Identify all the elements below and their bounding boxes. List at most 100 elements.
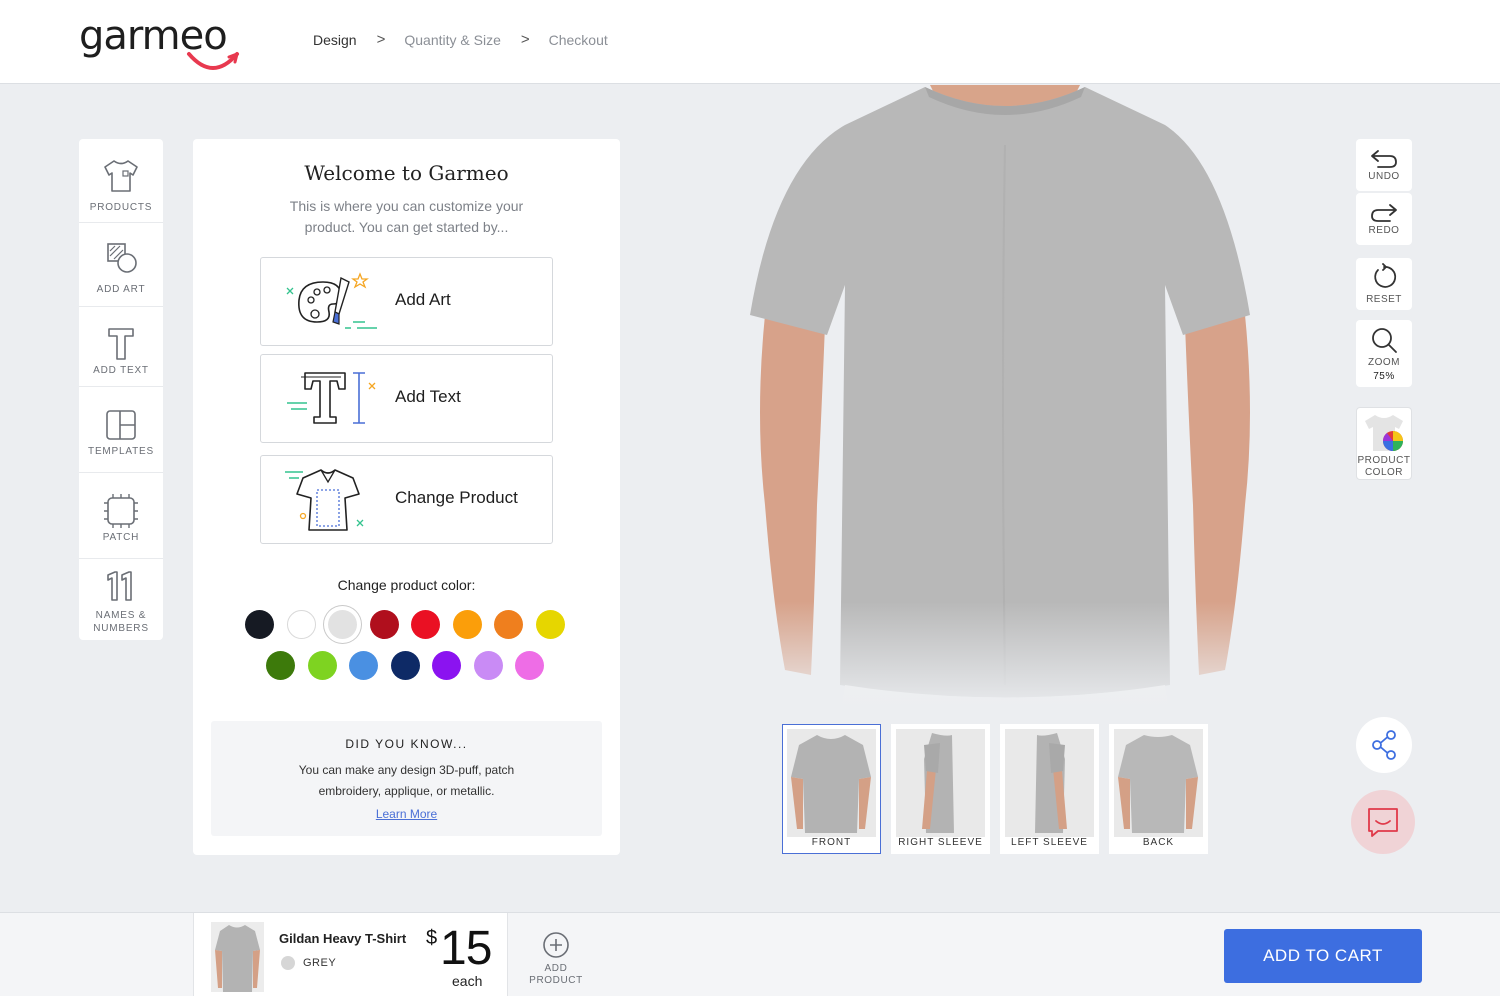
- shirt-icon: [104, 160, 138, 192]
- share-button[interactable]: [1356, 717, 1412, 773]
- add-product-button[interactable]: ADD PRODUCT: [520, 931, 592, 987]
- price-unit: each: [452, 973, 483, 989]
- footer-bar: Gildan Heavy T-Shirt GREY $ 15 each ADD …: [0, 912, 1500, 996]
- redo-label: REDO: [1368, 225, 1400, 236]
- crumb-checkout[interactable]: Checkout: [549, 32, 608, 48]
- art-icon: [107, 243, 137, 273]
- color-title: Change product color:: [337, 577, 476, 593]
- undo-icon: [1371, 150, 1397, 168]
- product-color-label-1: PRODUCT: [1357, 455, 1411, 466]
- color-wheel-shirt-icon: [1365, 415, 1403, 451]
- rail-label: PRODUCTS: [89, 202, 153, 213]
- share-icon: [1372, 730, 1396, 760]
- zoom-icon: [1372, 328, 1397, 353]
- reset-button[interactable]: RESET: [1356, 258, 1412, 310]
- rail-label-line2: NUMBERS: [93, 623, 149, 634]
- tool-rail: PRODUCTS ADD ART ADD TEXT TEMPLATES PATC…: [79, 139, 163, 640]
- templates-icon: [106, 410, 136, 440]
- change-product-card[interactable]: Change Product: [260, 455, 553, 544]
- color-swatch[interactable]: [349, 651, 378, 680]
- color-swatch[interactable]: [307, 651, 337, 680]
- view-selector: FRONT RIGHT SLEEVE LEFT SLEEVE BACK: [782, 724, 1218, 854]
- rail-label: ADD ART: [96, 284, 146, 295]
- view-back[interactable]: BACK: [1109, 724, 1208, 854]
- header: garmeo Design > Quantity & Size > Checko…: [0, 0, 1500, 84]
- add-to-cart-button[interactable]: ADD TO CART: [1224, 929, 1422, 983]
- tip-body: You can make any design 3D-puff, patch e…: [298, 763, 515, 798]
- did-you-know-box: DID YOU KNOW... You can make any design …: [211, 721, 602, 836]
- product-preview[interactable]: [725, 85, 1285, 715]
- change-product-label: Change Product: [395, 488, 518, 507]
- view-label: RIGHT SLEEVE: [898, 837, 983, 848]
- rail-label: TEMPLATES: [88, 446, 154, 457]
- color-swatch[interactable]: [515, 651, 544, 680]
- add-text-label: Add Text: [395, 387, 461, 406]
- price-currency: $: [426, 927, 438, 949]
- breadcrumb: Design > Quantity & Size > Checkout: [313, 31, 608, 48]
- color-swatch[interactable]: [535, 610, 565, 639]
- garmeo-logo[interactable]: garmeo: [79, 12, 249, 70]
- price-value: 15: [440, 922, 492, 975]
- product-thumbnail: [211, 922, 264, 992]
- plus-circle-icon: [543, 932, 569, 958]
- product-summary: Gildan Heavy T-Shirt GREY $ 15 each: [193, 913, 508, 996]
- text-icon: [108, 328, 134, 360]
- front-thumb: [787, 729, 876, 837]
- undo-label: UNDO: [1368, 171, 1400, 182]
- color-swatch[interactable]: [452, 610, 482, 639]
- view-label: BACK: [1142, 837, 1175, 848]
- rail-add-art[interactable]: ADD ART: [79, 223, 163, 307]
- color-swatch[interactable]: [286, 610, 316, 639]
- panel-title: Welcome to Garmeo: [304, 161, 509, 185]
- rail-label: ADD TEXT: [93, 365, 149, 376]
- zoom-button[interactable]: ZOOM 75%: [1356, 320, 1412, 387]
- color-swatch[interactable]: [369, 610, 399, 639]
- view-right-sleeve[interactable]: RIGHT SLEEVE: [891, 724, 990, 854]
- color-swatch[interactable]: [494, 610, 523, 639]
- product-name: Gildan Heavy T-Shirt: [279, 931, 407, 946]
- product-color-button[interactable]: PRODUCT COLOR: [1356, 407, 1412, 480]
- palette-icon: [286, 272, 377, 329]
- zoom-label: ZOOM: [1368, 357, 1400, 368]
- tip-title: DID YOU KNOW...: [345, 737, 468, 751]
- logo-smile-icon: [187, 52, 239, 70]
- add-product-label-2: PRODUCT: [529, 975, 583, 986]
- view-left-sleeve[interactable]: LEFT SLEEVE: [1000, 724, 1099, 854]
- rail-label: PATCH: [102, 532, 140, 543]
- undo-button[interactable]: UNDO: [1356, 139, 1412, 191]
- crumb-design[interactable]: Design: [313, 32, 357, 48]
- panel-subtitle: This is where you can customize your pro…: [289, 198, 524, 235]
- color-swatch[interactable]: [266, 651, 295, 680]
- product-color-label: PRODUCT COLOR: [1358, 455, 1411, 479]
- crumb-separator: >: [376, 31, 386, 48]
- add-product-label: ADD PRODUCT: [529, 963, 583, 987]
- view-label: LEFT SLEEVE: [1011, 837, 1088, 848]
- color-swatch[interactable]: [411, 610, 440, 639]
- redo-icon: [1371, 204, 1397, 222]
- crumb-quantity-size[interactable]: Quantity & Size: [404, 32, 501, 48]
- redo-button[interactable]: REDO: [1356, 193, 1412, 245]
- color-swatch[interactable]: [328, 610, 357, 639]
- reset-icon: [1374, 263, 1397, 288]
- color-swatch[interactable]: [473, 651, 503, 680]
- add-text-card[interactable]: Add Text: [260, 354, 553, 443]
- left-sleeve-thumb: [1005, 729, 1094, 837]
- crumb-separator: >: [520, 31, 530, 48]
- learn-more-link[interactable]: Learn More: [211, 807, 602, 821]
- view-front[interactable]: FRONT: [782, 724, 881, 854]
- rail-products[interactable]: PRODUCTS: [79, 139, 163, 223]
- rail-names-numbers[interactable]: NAMES & NUMBERS: [79, 559, 163, 640]
- chat-button[interactable]: [1351, 790, 1415, 854]
- color-swatch[interactable]: [432, 651, 461, 680]
- numbers-icon: [107, 571, 132, 601]
- product-color-name: GREY: [303, 957, 337, 969]
- zoom-level: 75%: [1373, 371, 1395, 382]
- color-swatch[interactable]: [390, 651, 420, 680]
- welcome-panel: Welcome to Garmeo This is where you can …: [193, 139, 620, 855]
- add-art-card[interactable]: Add Art: [260, 257, 553, 346]
- rail-patch[interactable]: PATCH: [79, 473, 163, 559]
- rail-templates[interactable]: TEMPLATES: [79, 387, 163, 473]
- rail-add-text[interactable]: ADD TEXT: [79, 307, 163, 387]
- color-swatch[interactable]: [245, 610, 274, 639]
- rail-label-line1: NAMES &: [95, 610, 147, 621]
